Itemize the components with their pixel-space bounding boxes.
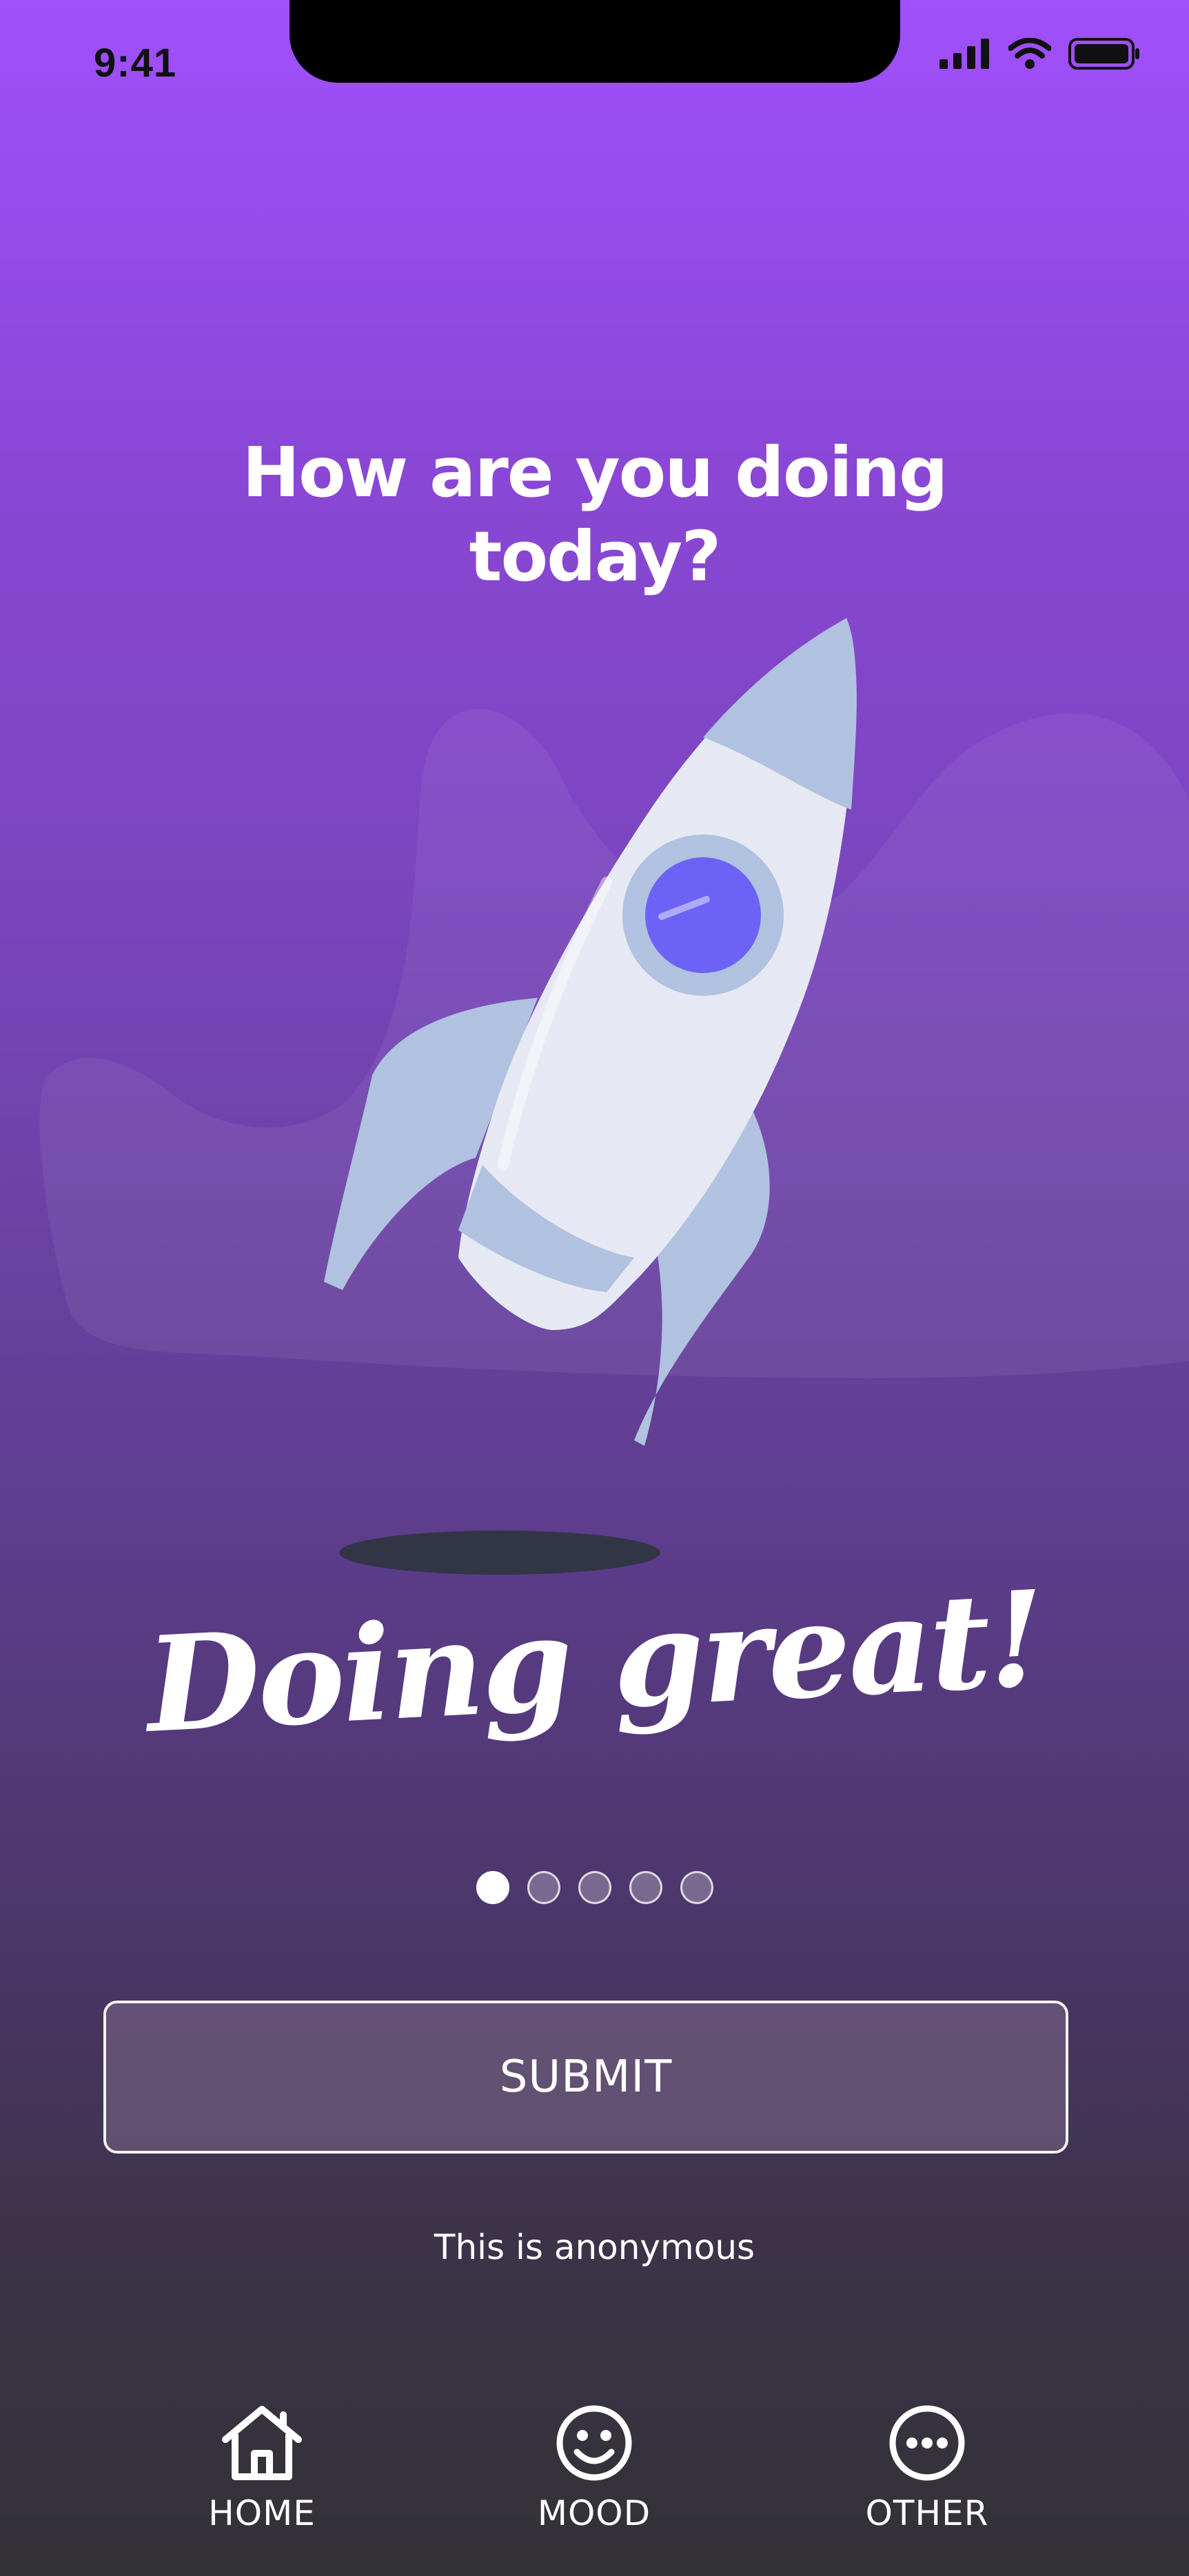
smiley-icon [556,2405,632,2481]
page-title: How are you doing today? [242,432,948,597]
tab-home-label: HOME [208,2493,316,2533]
device-notch [289,0,900,83]
rocket-illustration [39,618,1189,1575]
tab-other-label: OTHER [865,2493,989,2533]
status-time: 9:41 [94,41,177,85]
battery-icon [1068,38,1139,70]
more-dots-icon [889,2405,965,2481]
tab-home[interactable]: HOME [124,2398,400,2564]
wifi-icon [1008,38,1051,69]
pager-dot[interactable] [629,1871,662,1904]
pager-dot[interactable] [476,1871,509,1904]
rocket-shadow [339,1531,660,1575]
tab-mood-label: MOOD [537,2493,651,2533]
mood-pager [0,1871,1189,1904]
submit-button[interactable]: SUBMIT [103,2001,1068,2154]
status-icons [939,37,1141,70]
status-bar: 9:41 [0,0,1189,110]
tab-other[interactable]: OTHER [789,2398,1065,2564]
home-icon [222,2406,302,2480]
pager-dot[interactable] [527,1871,560,1904]
mood-checkin-screen: 9:41 How are you doing today? Doing grea… [0,0,1189,2576]
tab-bar: HOME MOOD OTHER [0,2398,1189,2576]
tab-mood[interactable]: MOOD [456,2398,732,2564]
submit-button-label: SUBMIT [499,2052,673,2103]
anonymous-note: This is anonymous [434,2227,755,2267]
pager-dot[interactable] [578,1871,611,1904]
cellular-signal-icon [939,39,989,69]
pager-dot[interactable] [680,1871,713,1904]
